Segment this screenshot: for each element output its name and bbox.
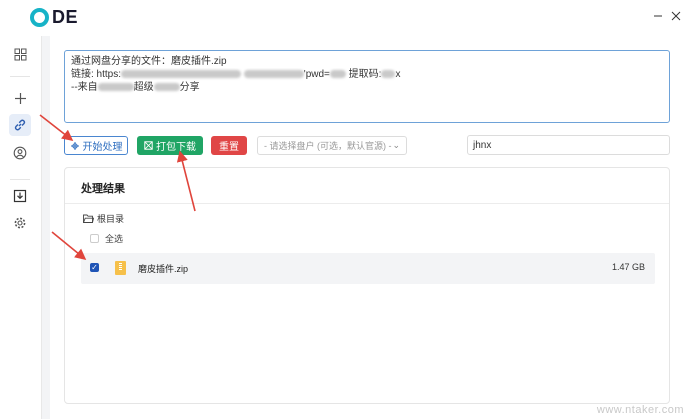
annotation-arrows — [39, 114, 196, 261]
arrow-to-download-button — [176, 150, 196, 212]
arrow-to-file-checkbox — [51, 231, 87, 261]
arrow-to-start-button — [39, 114, 74, 141]
watermark: www.ntaker.com — [596, 404, 684, 416]
